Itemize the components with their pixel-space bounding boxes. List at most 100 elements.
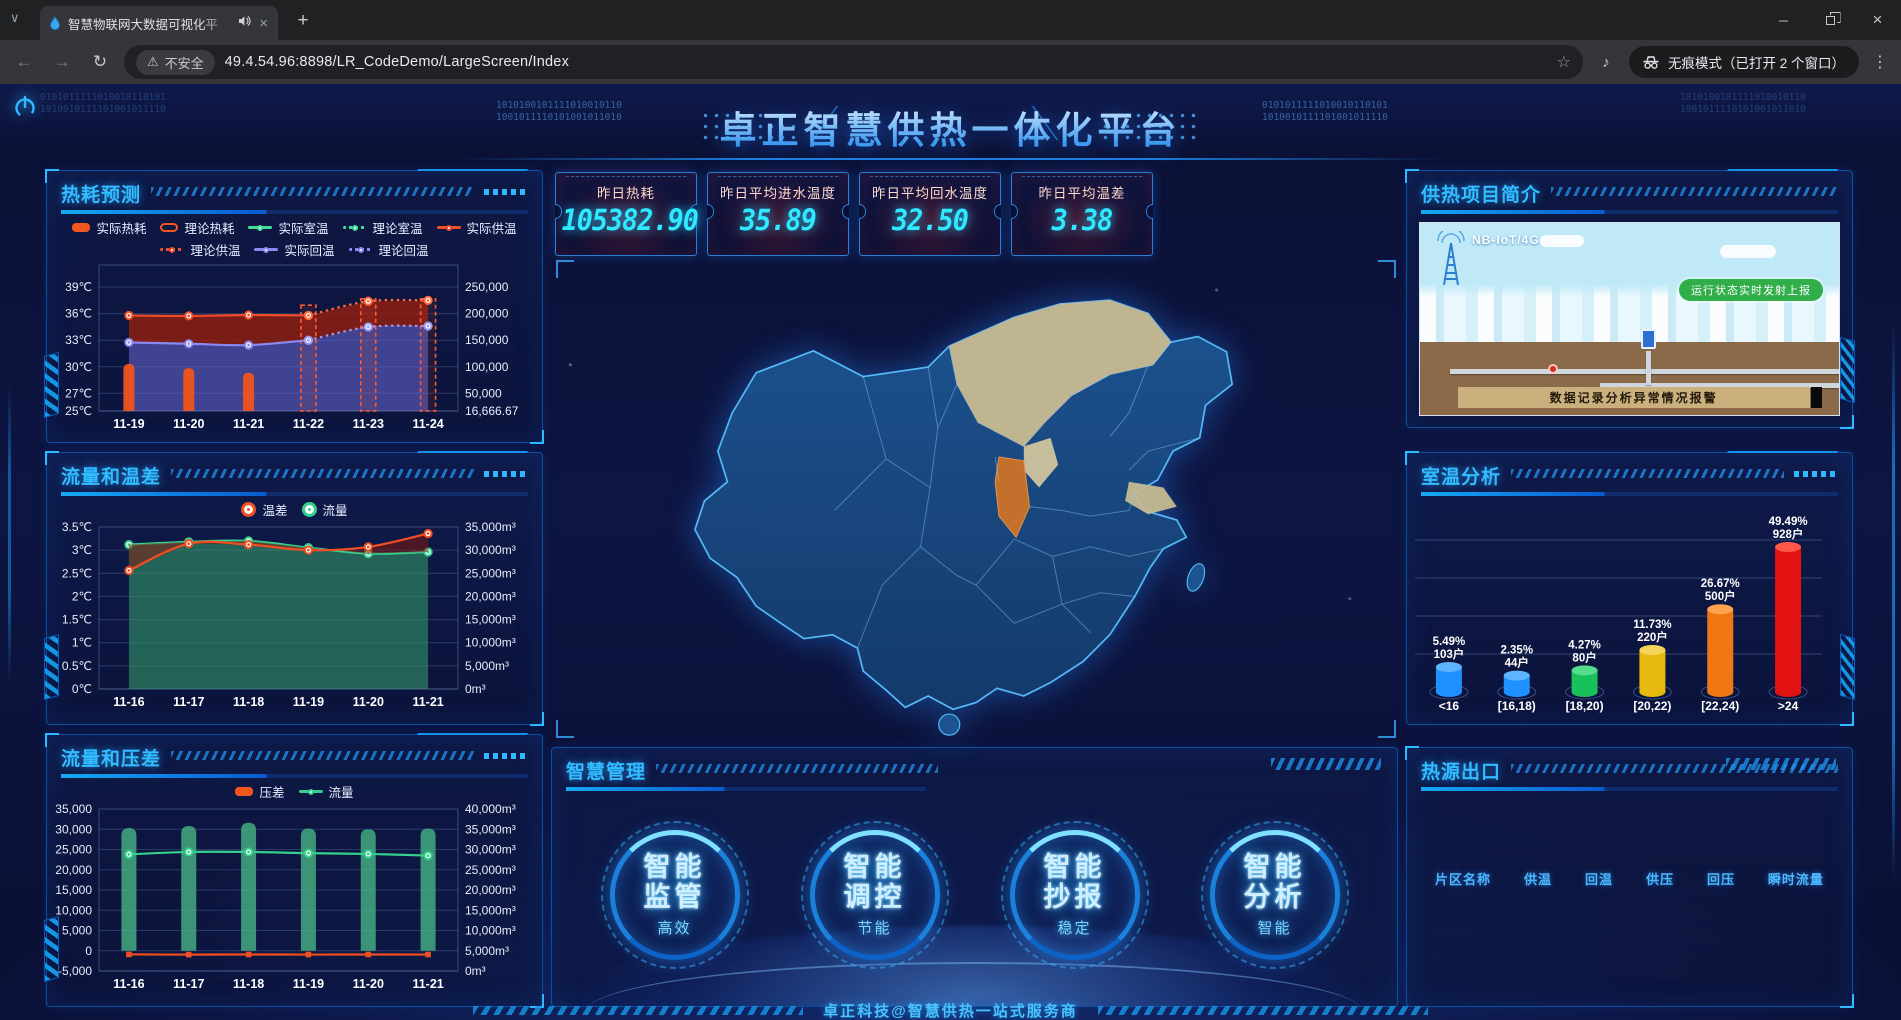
legend-item[interactable]: 实际供温 [430,218,524,237]
legend-swatch [72,223,90,232]
svg-text:150,000: 150,000 [465,333,509,347]
svg-text:0.5℃: 0.5℃ [62,659,92,673]
media-controls-icon[interactable]: ♪ [1593,54,1619,71]
emblem-supervision[interactable]: 智能 监管 高效 [601,821,749,969]
dots-strip [484,471,528,477]
legend-item[interactable]: 温差 [234,500,294,519]
stat-label: 昨日热耗 [556,182,696,202]
column-header: 供温 [1524,869,1552,888]
svg-text:33℃: 33℃ [65,333,92,347]
panel-title: 室温分析 [1421,462,1501,489]
heat-forecast-legend: 实际热耗理论热耗实际室温理论室温 实际供温理论供温 实际回温理论回温 [60,218,530,259]
security-label: 不安全 [165,53,204,72]
corner-decor [530,430,544,444]
panel-accent [1719,169,1838,179]
restore-button[interactable] [1807,0,1854,40]
url-text[interactable]: 49.4.54.96:8898/LR_CodeDemo/LargeScreen/… [225,54,1547,70]
footer-text: 卓正科技@智慧供热一站式服务商 [823,1000,1078,1020]
svg-text:11-20: 11-20 [173,417,204,431]
project-intro-video[interactable]: NB-IoT/4G 运行状态实时发射上报 数据记录分析异常情况报警 [1419,222,1840,416]
svg-text:5,000m³: 5,000m³ [465,944,509,958]
outlet-table-header: 片区名称 供温 回温 供压 回压 瞬时流量 [1407,869,1852,888]
legend-item[interactable]: 理论热耗 [153,218,241,237]
security-chip[interactable]: ⚠ 不安全 [136,50,215,75]
emblem-text: 智能 [1244,852,1306,882]
svg-text:11-23: 11-23 [353,417,384,431]
flow-temp-chart[interactable]: 3.5℃35,000m³3℃30,000m³2.5℃25,000m³2℃20,0… [47,519,542,720]
legend-item[interactable]: 压差 [228,782,291,801]
status-badge: 运行状态实时发射上报 [1679,279,1823,301]
incognito-badge: 无痕模式（已打开 2 个窗口） [1629,46,1859,78]
svg-text:5.49%: 5.49% [1433,636,1466,648]
legend-item[interactable]: 实际热耗 [65,218,153,237]
tab-search-chevron-icon[interactable]: ∨ [10,10,20,26]
hatch-decor [44,352,59,418]
emblem-analysis[interactable]: 智能 分析 智能 [1201,821,1349,969]
svg-text:10,000m³: 10,000m³ [465,636,516,650]
heat-forecast-chart[interactable]: 39℃250,00036℃200,00033℃150,00030℃100,000… [47,259,542,442]
panel-accent [409,169,528,179]
svg-text:11-17: 11-17 [173,695,204,709]
title-underline [61,774,528,778]
svg-text:39℃: 39℃ [65,280,92,294]
china-map[interactable] [556,260,1396,738]
legend-item[interactable]: 理论回温 [342,240,436,259]
panel-title: 热源出口 [1421,757,1501,784]
svg-text:44户: 44户 [1505,656,1529,670]
pipe-decor [1450,369,1839,374]
address-bar[interactable]: ⚠ 不安全 49.4.54.96:8898/LR_CodeDemo/LargeS… [124,45,1583,79]
new-tab-button[interactable]: + [290,8,316,34]
svg-text:3℃: 3℃ [72,543,92,557]
svg-text:0℃: 0℃ [72,682,92,696]
tab-audio-speaker-icon[interactable] [238,14,251,32]
legend-label: 实际供温 [467,218,517,237]
forward-button[interactable]: → [48,52,76,72]
corner-decor [1840,712,1854,726]
emblem-regulation[interactable]: 智能 调控 节能 [801,821,949,969]
stat-card-return-temp: 昨日平均回水温度 32.50 [859,172,1001,256]
close-window-button[interactable]: × [1854,0,1901,40]
svg-text:11-19: 11-19 [293,695,324,709]
browser-menu-icon[interactable]: ⋮ [1869,52,1891,72]
smart-emblems-row: 智能 监管 高效 智能 调控 节能 智能 抄报 稳定 智能 分析 智能 [552,821,1397,969]
back-button[interactable]: ← [10,52,38,72]
legend-item[interactable]: 流量 [295,500,355,519]
svg-text:11-21: 11-21 [233,417,264,431]
legend-item[interactable]: 实际室温 [241,218,335,237]
legend-item[interactable]: 流量 [292,782,361,801]
power-icon[interactable] [12,94,38,125]
hatch-strip [1551,187,1838,196]
panel-accent [409,733,528,743]
legend-item[interactable]: 实际回温 [247,240,341,259]
svg-text:11-20: 11-20 [353,695,384,709]
title-underline [1421,787,1838,791]
stat-card-heat: 昨日热耗 105382.90 [555,172,697,256]
emblem-meter-reading[interactable]: 智能 抄报 稳定 [1001,821,1149,969]
browser-tab[interactable]: 智慧物联网大数据可视化平 × [40,6,278,40]
cloud-decor [1540,235,1584,247]
bookmark-star-icon[interactable]: ☆ [1557,52,1571,72]
legend-item[interactable]: 理论室温 [336,218,430,237]
corner-decor [1840,415,1854,429]
legend-item[interactable]: 理论供温 [153,240,247,259]
left-edge-decor [8,384,11,684]
svg-text:25,000m³: 25,000m³ [465,863,516,877]
reload-button[interactable]: ↻ [86,52,114,72]
emblem-text: 调控 [844,882,906,912]
tab-close-icon[interactable]: × [257,16,270,31]
browser-toolbar: ← → ↻ ⚠ 不安全 49.4.54.96:8898/LR_CodeDemo/… [0,40,1901,84]
svg-text:20,000: 20,000 [55,863,92,877]
cloud-decor [1720,245,1776,258]
emblem-text: 监管 [644,882,706,912]
flow-pressure-chart[interactable]: 35,00040,000m³30,00035,000m³25,00030,000… [47,801,542,1002]
legend-label: 实际回温 [284,240,334,259]
svg-text:25,000m³: 25,000m³ [465,566,516,580]
room-temp-chart[interactable]: 5.49%103户<162.35%44户[16,18)4.27%80户[18,2… [1407,496,1852,737]
svg-text:2.5℃: 2.5℃ [62,566,92,580]
svg-text:11-20: 11-20 [353,977,384,991]
svg-text:10,000m³: 10,000m³ [465,924,516,938]
minimize-button[interactable]: ─ [1760,0,1807,40]
stat-cards-row: 昨日热耗 105382.90 昨日平均进水温度 35.89 昨日平均回水温度 3… [555,172,1153,256]
svg-text:2℃: 2℃ [72,589,92,603]
svg-text:26.67%: 26.67% [1701,578,1740,590]
